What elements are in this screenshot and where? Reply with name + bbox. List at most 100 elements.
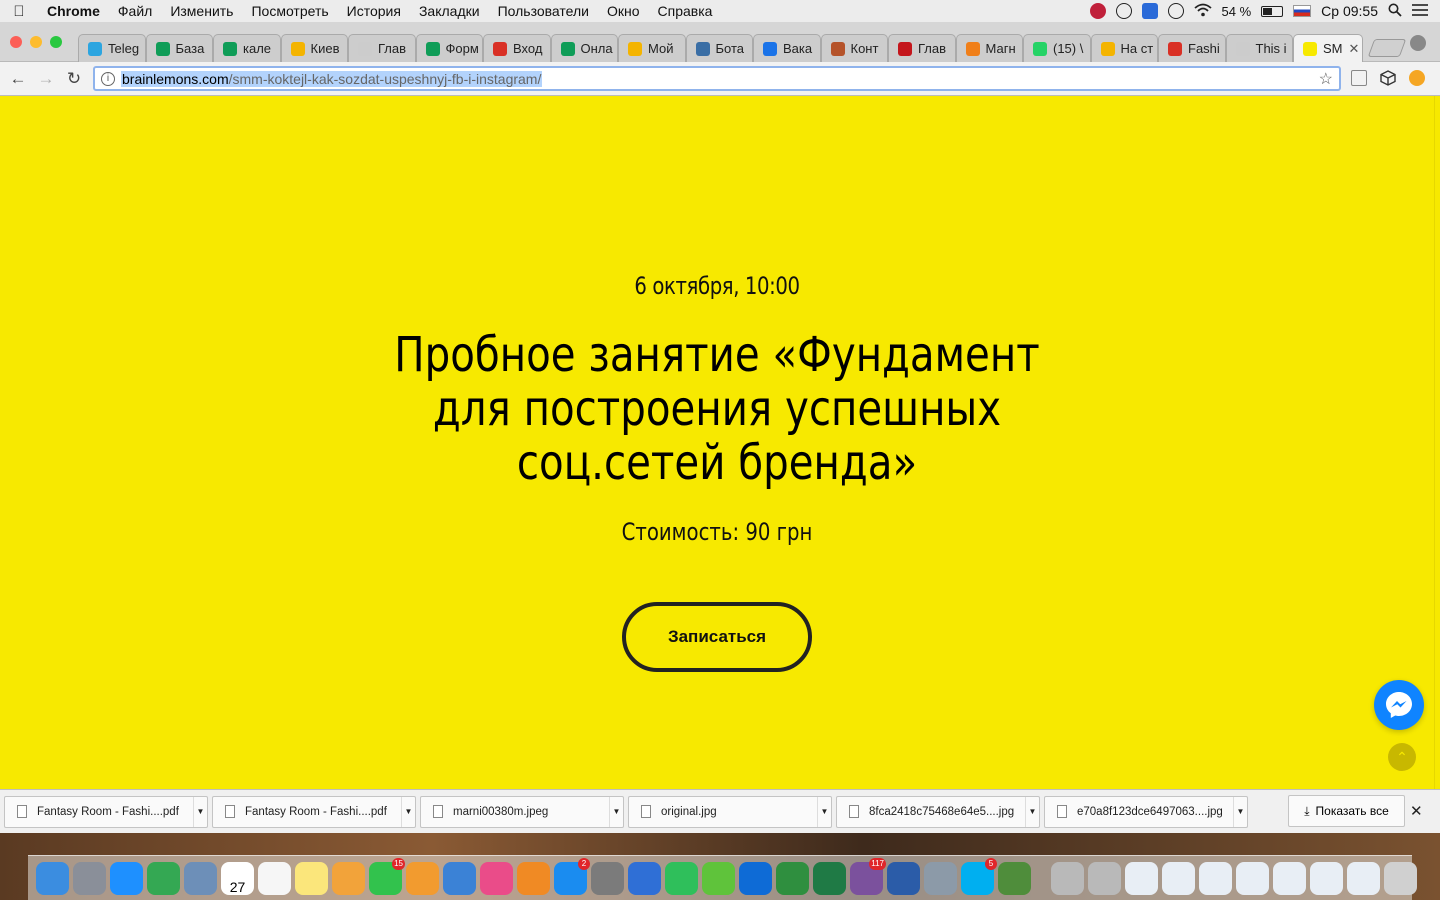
wifi-icon[interactable] — [1193, 3, 1212, 20]
browser-tab[interactable]: (15) \ — [1023, 34, 1091, 62]
browser-tab[interactable]: Конт — [820, 34, 888, 62]
camino-icon[interactable] — [998, 861, 1031, 895]
profile-avatar-icon[interactable] — [1410, 35, 1426, 51]
menu-clock[interactable]: Ср 09:55 — [1321, 3, 1378, 19]
utorrent-icon[interactable] — [702, 861, 735, 895]
browser-tab[interactable]: Вход — [483, 34, 551, 62]
itunes-icon[interactable] — [480, 861, 513, 895]
browser-tab[interactable]: кале — [213, 34, 281, 62]
menu-help[interactable]: Справка — [649, 3, 722, 19]
document-stack-icon[interactable] — [1273, 861, 1306, 895]
browser-tab[interactable]: База — [145, 34, 213, 62]
download-item[interactable]: 8fca2418c75468e64e5....jpg ▼ — [836, 795, 1040, 828]
launchpad-icon[interactable] — [73, 861, 106, 895]
zoom-window-button[interactable] — [50, 36, 62, 48]
menu-view[interactable]: Посмотреть — [242, 3, 337, 19]
facetime-icon[interactable]: 15 — [369, 857, 405, 895]
document-stack-icon[interactable] — [1236, 861, 1269, 895]
checkmark-tray-icon[interactable] — [1115, 3, 1132, 19]
back-arrow-icon[interactable]: ← — [4, 69, 32, 89]
browser-tab[interactable]: Вака — [753, 34, 821, 62]
url-text[interactable]: brainlemons.com/smm-koktejl-kak-sozdat-u… — [121, 70, 543, 87]
menu-app-name[interactable]: Chrome — [38, 3, 109, 19]
spotlight-search-icon[interactable] — [1388, 3, 1402, 20]
notification-center-icon[interactable] — [1412, 3, 1428, 19]
safari-icon[interactable] — [110, 861, 143, 895]
photos-icon[interactable] — [332, 861, 365, 895]
skype-tray-icon[interactable] — [1089, 3, 1106, 19]
reminders-icon[interactable] — [258, 861, 291, 895]
teamviewer-tray-icon[interactable] — [1141, 3, 1158, 19]
browser-tab[interactable]: Киев — [280, 34, 348, 62]
download-menu-chevron-icon[interactable]: ▼ — [609, 796, 623, 827]
bookmark-star-icon[interactable]: ☆ — [1319, 69, 1333, 89]
register-button[interactable]: Записаться — [622, 602, 812, 672]
page-scrollbar[interactable] — [1434, 96, 1440, 789]
pages-icon[interactable] — [406, 861, 439, 895]
ibooks-icon[interactable] — [517, 861, 550, 895]
sync-tray-icon[interactable] — [1167, 3, 1184, 19]
menu-people[interactable]: Пользователи — [489, 3, 598, 19]
minimize-window-button[interactable] — [30, 36, 42, 48]
show-all-downloads-button[interactable]: ⤓ Показать все — [1288, 795, 1405, 827]
new-tab-button[interactable] — [1367, 39, 1407, 57]
numbers-icon[interactable] — [665, 861, 698, 895]
browser-tab[interactable]: На ст — [1090, 34, 1158, 62]
browser-tab[interactable]: Форм — [415, 34, 483, 62]
close-tab-icon[interactable]: ✕ — [1349, 41, 1360, 57]
menu-history[interactable]: История — [338, 3, 410, 19]
address-bar[interactable]: i brainlemons.com/smm-koktejl-kak-sozdat… — [93, 66, 1341, 91]
messenger-chat-button[interactable] — [1374, 680, 1424, 730]
skype-icon[interactable]: 5 — [961, 857, 997, 895]
download-menu-chevron-icon[interactable]: ▼ — [401, 796, 415, 827]
menu-bookmarks[interactable]: Закладки — [410, 3, 489, 19]
download-item[interactable]: Fantasy Room - Fashi....pdf ▼ — [212, 795, 416, 828]
update-extension-icon[interactable] — [1409, 70, 1425, 86]
scroll-to-top-button[interactable]: ⌃ — [1388, 743, 1416, 771]
forward-arrow-icon[interactable]: → — [32, 69, 60, 89]
download-item[interactable]: marni00380m.jpeg ▼ — [420, 795, 624, 828]
download-menu-chevron-icon[interactable]: ▼ — [1025, 796, 1039, 827]
download-item[interactable]: original.jpg ▼ — [628, 795, 832, 828]
site-info-icon[interactable]: i — [101, 71, 115, 86]
menu-window[interactable]: Окно — [598, 3, 649, 19]
system-preferences-icon[interactable] — [591, 861, 624, 895]
teamviewer-icon[interactable] — [739, 861, 772, 895]
browser-tab[interactable]: Teleg — [78, 34, 146, 62]
cube-extension-icon[interactable] — [1380, 70, 1396, 86]
battery-icon[interactable] — [1261, 5, 1284, 17]
document-stack-icon[interactable] — [1162, 861, 1195, 895]
document-stack-icon[interactable] — [1199, 861, 1232, 895]
browser-tab[interactable]: This i — [1225, 34, 1293, 62]
word-icon[interactable] — [887, 861, 920, 895]
calendar-icon[interactable]: 27 — [221, 861, 254, 895]
close-window-button[interactable] — [10, 36, 22, 48]
menu-file[interactable]: Файл — [109, 3, 161, 19]
document-stack-icon[interactable] — [1125, 861, 1158, 895]
viber-icon[interactable]: 117 — [850, 857, 886, 895]
network-icon[interactable] — [776, 861, 809, 895]
browser-tab[interactable]: Глав — [348, 34, 416, 62]
unknown-app-icon[interactable] — [1088, 861, 1121, 895]
download-menu-chevron-icon[interactable]: ▼ — [817, 796, 831, 827]
cast-extension-icon[interactable] — [1351, 70, 1367, 86]
unknown-app-icon[interactable] — [1051, 861, 1084, 895]
browser-tab[interactable]: SM ✕ — [1293, 34, 1363, 62]
appstore-icon[interactable]: 2 — [554, 857, 590, 895]
browser-tab[interactable]: Fashi — [1158, 34, 1226, 62]
document-stack-icon[interactable] — [1310, 861, 1343, 895]
preview-icon[interactable] — [184, 861, 217, 895]
document-stack-icon[interactable] — [1347, 861, 1380, 895]
apple-menu-icon[interactable]:  — [0, 3, 38, 20]
close-shelf-icon[interactable]: ✕ — [1410, 802, 1423, 820]
input-source-flag-icon[interactable] — [1293, 5, 1312, 17]
download-menu-chevron-icon[interactable]: ▼ — [1233, 796, 1247, 827]
excel-icon[interactable] — [813, 861, 846, 895]
browser-tab[interactable]: Онла — [550, 34, 618, 62]
notes-icon[interactable] — [295, 861, 328, 895]
bluetooth-icon[interactable] — [628, 861, 661, 895]
image-capture-icon[interactable] — [924, 861, 957, 895]
chrome-icon[interactable] — [147, 861, 180, 895]
reload-icon[interactable]: ↻ — [60, 69, 88, 89]
browser-tab[interactable]: Бота — [685, 34, 753, 62]
